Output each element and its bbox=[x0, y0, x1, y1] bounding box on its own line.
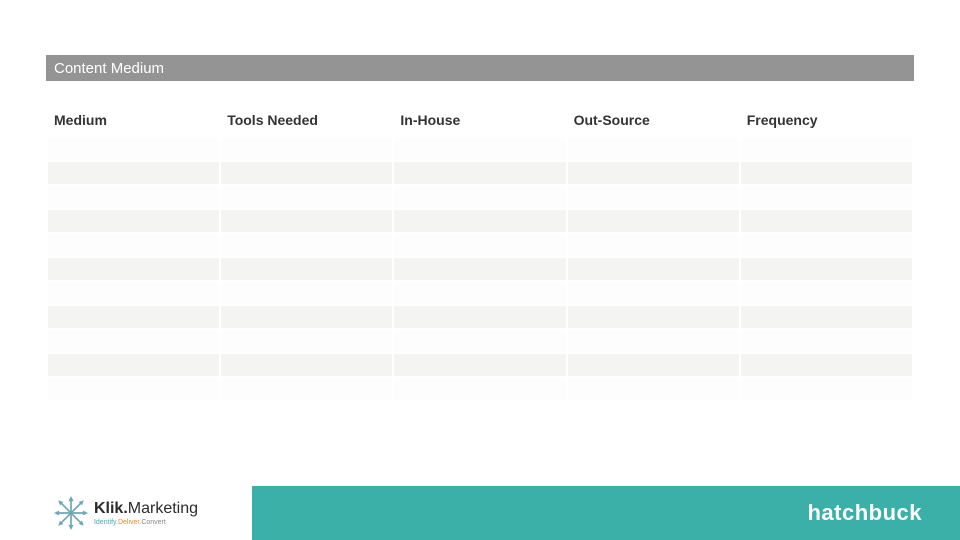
col-out-source: Out-Source bbox=[568, 108, 739, 136]
table-cell bbox=[394, 330, 565, 352]
table-cell bbox=[221, 186, 392, 208]
table-cell bbox=[394, 282, 565, 304]
tagline-deliver: Deliver. bbox=[118, 519, 141, 526]
table-cell bbox=[221, 258, 392, 280]
table-cell bbox=[741, 234, 912, 256]
klik-logo-text: Klik.Marketing Identify.Deliver.Convert bbox=[94, 501, 198, 526]
table-row bbox=[48, 186, 912, 208]
table-row bbox=[48, 378, 912, 400]
table-cell bbox=[568, 330, 739, 352]
table-cell bbox=[221, 306, 392, 328]
table-cell bbox=[568, 282, 739, 304]
table-cell bbox=[394, 234, 565, 256]
table-row bbox=[48, 306, 912, 328]
table-cell bbox=[48, 210, 219, 232]
table-cell bbox=[741, 330, 912, 352]
klik-tagline: Identify.Deliver.Convert bbox=[94, 519, 198, 526]
table: Medium Tools Needed In-House Out-Source … bbox=[46, 106, 914, 402]
table-cell bbox=[394, 138, 565, 160]
table-cell bbox=[221, 234, 392, 256]
table-header: Medium Tools Needed In-House Out-Source … bbox=[48, 108, 912, 136]
table-row bbox=[48, 282, 912, 304]
table-cell bbox=[394, 354, 565, 376]
table-cell bbox=[221, 330, 392, 352]
table-cell bbox=[568, 186, 739, 208]
hatchbuck-logo: hatchbuck bbox=[807, 500, 922, 526]
table-cell bbox=[741, 210, 912, 232]
table-cell bbox=[568, 354, 739, 376]
table-cell bbox=[741, 354, 912, 376]
tagline-identify: Identify. bbox=[94, 519, 118, 526]
table-cell bbox=[741, 282, 912, 304]
col-medium: Medium bbox=[48, 108, 219, 136]
table-cell bbox=[394, 378, 565, 400]
footer-left: Klik.Marketing Identify.Deliver.Convert bbox=[0, 486, 252, 540]
table-cell bbox=[394, 186, 565, 208]
table-row bbox=[48, 162, 912, 184]
table-cell bbox=[48, 162, 219, 184]
table-cell bbox=[48, 330, 219, 352]
table-cell bbox=[221, 138, 392, 160]
table-cell bbox=[48, 234, 219, 256]
table-cell bbox=[741, 378, 912, 400]
klik-thin: Marketing bbox=[128, 500, 198, 517]
table-body bbox=[48, 138, 912, 400]
table-cell bbox=[394, 162, 565, 184]
table-cell bbox=[741, 258, 912, 280]
table-cell bbox=[48, 306, 219, 328]
table-row bbox=[48, 234, 912, 256]
content-table: Medium Tools Needed In-House Out-Source … bbox=[46, 106, 914, 402]
section-title-bar: Content Medium bbox=[46, 55, 914, 81]
table-cell bbox=[394, 306, 565, 328]
slide: Content Medium Medium Tools Needed In-Ho… bbox=[0, 0, 960, 540]
klik-bold: Klik. bbox=[94, 500, 128, 517]
table-cell bbox=[568, 258, 739, 280]
klik-marketing-logo: Klik.Marketing Identify.Deliver.Convert bbox=[54, 496, 198, 530]
table-header-row: Medium Tools Needed In-House Out-Source … bbox=[48, 108, 912, 136]
table-cell bbox=[221, 354, 392, 376]
table-cell bbox=[48, 378, 219, 400]
table-row bbox=[48, 330, 912, 352]
table-cell bbox=[741, 162, 912, 184]
table-cell bbox=[568, 306, 739, 328]
table-cell bbox=[48, 354, 219, 376]
table-cell bbox=[221, 282, 392, 304]
table-cell bbox=[221, 162, 392, 184]
table-cell bbox=[568, 378, 739, 400]
footer: Klik.Marketing Identify.Deliver.Convert … bbox=[0, 486, 960, 540]
table-cell bbox=[741, 138, 912, 160]
footer-right: hatchbuck bbox=[252, 486, 960, 540]
table-cell bbox=[568, 210, 739, 232]
klik-snowflake-icon bbox=[54, 496, 88, 530]
table-row bbox=[48, 210, 912, 232]
table-cell bbox=[48, 138, 219, 160]
table-cell bbox=[568, 234, 739, 256]
col-frequency: Frequency bbox=[741, 108, 912, 136]
tagline-convert: Convert bbox=[141, 519, 166, 526]
table-row bbox=[48, 138, 912, 160]
table-cell bbox=[48, 258, 219, 280]
table-cell bbox=[48, 186, 219, 208]
table-cell bbox=[741, 306, 912, 328]
table-cell bbox=[48, 282, 219, 304]
table-cell bbox=[221, 210, 392, 232]
col-in-house: In-House bbox=[394, 108, 565, 136]
table-cell bbox=[741, 186, 912, 208]
table-cell bbox=[568, 162, 739, 184]
table-cell bbox=[394, 258, 565, 280]
table-cell bbox=[394, 210, 565, 232]
section-title: Content Medium bbox=[54, 60, 164, 77]
table-row bbox=[48, 354, 912, 376]
col-tools-needed: Tools Needed bbox=[221, 108, 392, 136]
table-cell bbox=[568, 138, 739, 160]
table-cell bbox=[221, 378, 392, 400]
klik-logo-name: Klik.Marketing bbox=[94, 501, 198, 517]
table-row bbox=[48, 258, 912, 280]
